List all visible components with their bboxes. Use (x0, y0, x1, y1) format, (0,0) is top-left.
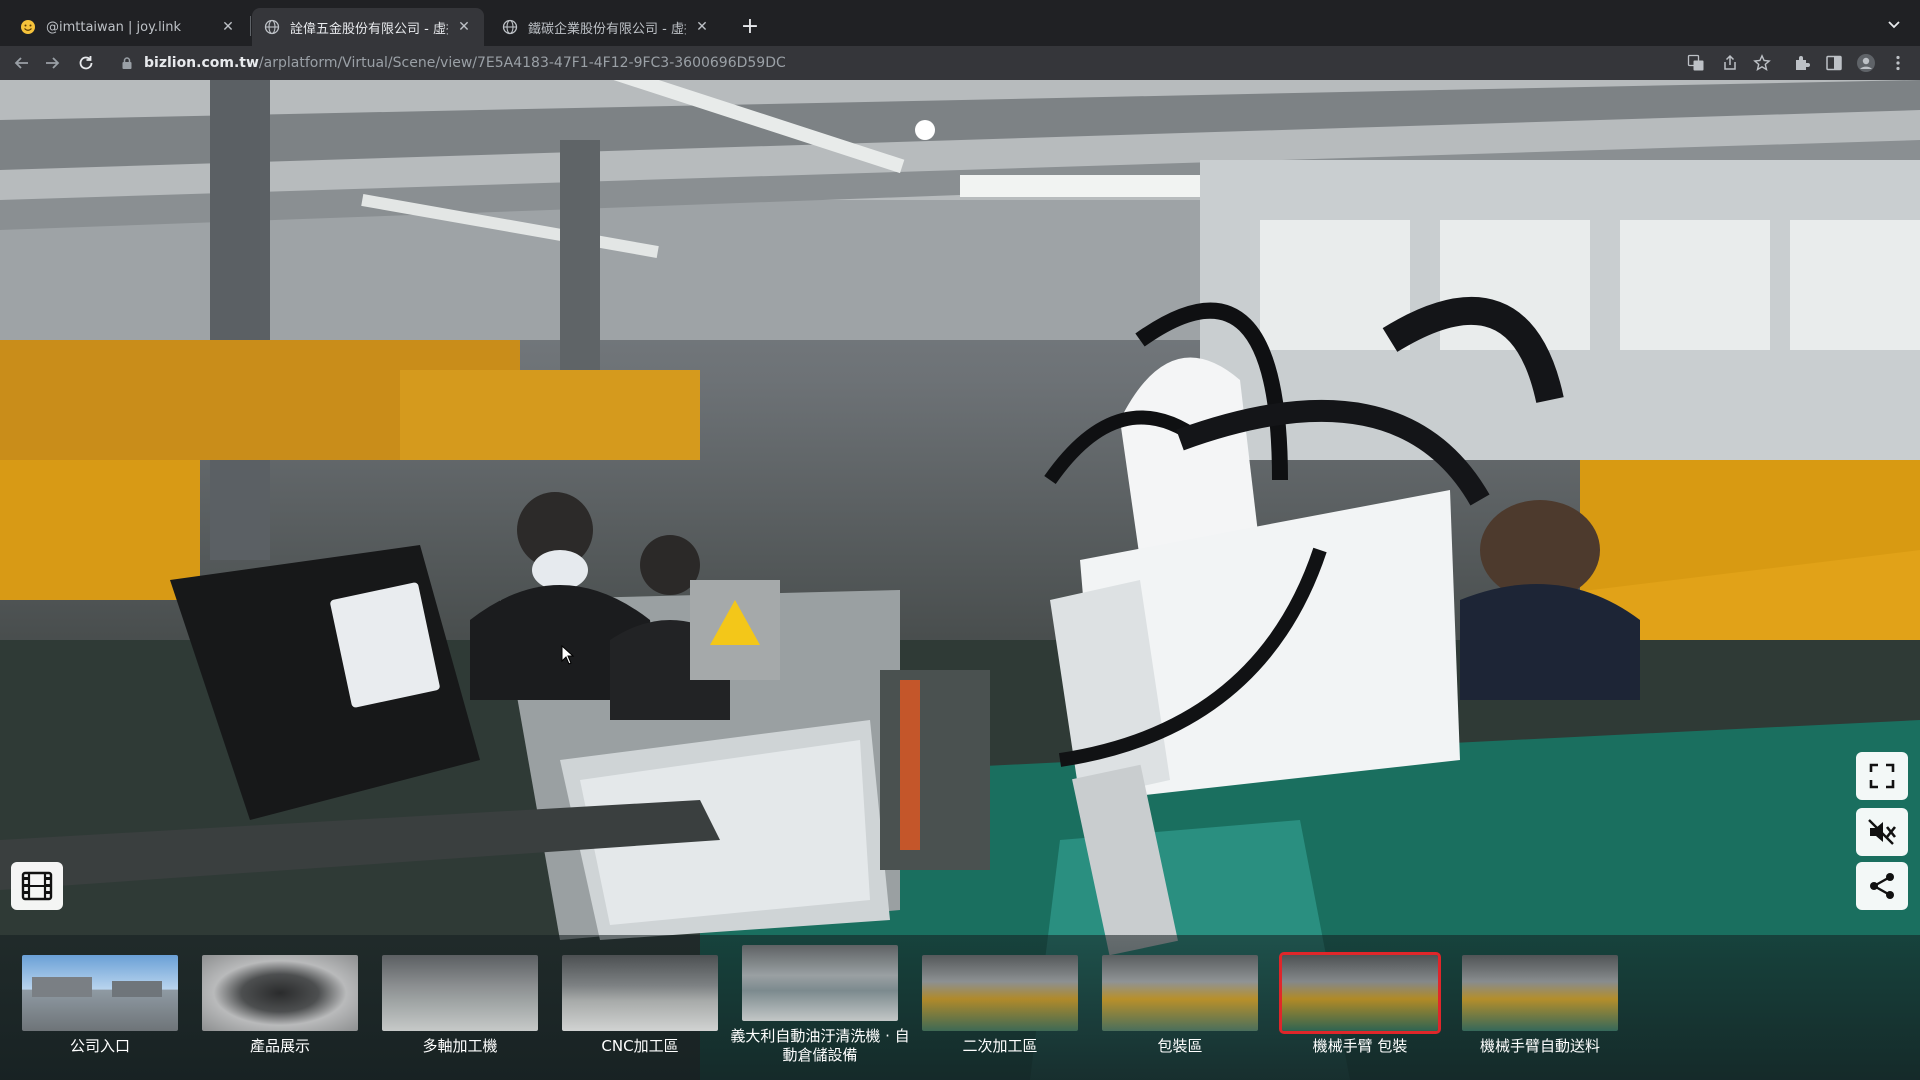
tab-strip: @imttaiwan | joy.link ✕ 詮偉五金股份有限公司 - 虛擬門… (0, 0, 1920, 46)
scene-thumb-cleaning[interactable]: 義大利自動油汙清洗機 · 自動倉儲設備 (730, 945, 910, 1065)
forward-button[interactable] (38, 49, 66, 77)
scene-thumb-label: 機械手臂自動送料 (1479, 1037, 1600, 1055)
panorama-viewer[interactable] (0, 80, 1920, 1080)
share-icon (1870, 873, 1894, 899)
scene-thumb-cnc[interactable]: CNC加工區 (562, 955, 718, 1056)
arrow-right-icon (46, 57, 60, 69)
scene-thumb-label: 義大利自動油汙清洗機 · 自動倉儲設備 (730, 1027, 910, 1064)
share-button[interactable] (1856, 862, 1908, 910)
url-host: bizlion.com.tw (144, 55, 259, 71)
kebab-menu-icon[interactable] (1888, 53, 1908, 73)
chevron-down-icon[interactable] (1884, 14, 1904, 34)
mute-button[interactable] (1856, 808, 1908, 856)
back-button[interactable] (8, 49, 36, 77)
tab-active-jianwei[interactable]: 詮偉五金股份有限公司 - 虛擬門 ✕ (252, 8, 484, 46)
lock-icon (122, 57, 132, 69)
tab-joylink[interactable]: @imttaiwan | joy.link ✕ (8, 8, 248, 46)
address-bar[interactable]: bizlion.com.tw/arplatform/Virtual/Scene/… (110, 48, 1630, 78)
scene-thumb-label: 機械手臂 包裝 (1312, 1037, 1408, 1055)
scene-thumbnail-image (742, 945, 898, 1021)
url-path: /arplatform/Virtual/Scene/view/7E5A4183-… (258, 55, 786, 71)
scene-thumb-robot-packing[interactable]: 機械手臂 包裝 (1279, 952, 1441, 1056)
smiley-emoji-icon (20, 19, 36, 35)
close-icon[interactable]: ✕ (456, 19, 472, 35)
scene-thumbnail-image (202, 955, 358, 1031)
reload-icon (79, 56, 93, 70)
scene-thumb-label: CNC加工區 (601, 1037, 679, 1055)
mute-icon (1868, 819, 1897, 845)
scene-thumb-robot-feeding[interactable]: 機械手臂自動送料 (1462, 955, 1618, 1056)
scene-thumb-packing[interactable]: 包裝區 (1102, 955, 1258, 1056)
fullscreen-icon (1869, 763, 1895, 789)
scene-thumb-multiaxis[interactable]: 多軸加工機 (382, 955, 538, 1056)
side-panel-icon[interactable] (1824, 53, 1844, 73)
scene-thumbnail-image (1462, 955, 1618, 1031)
close-icon[interactable]: ✕ (694, 19, 710, 35)
tab-separator (250, 16, 251, 36)
scene-thumbnail-image (22, 955, 178, 1031)
tab-title: 詮偉五金股份有限公司 - 虛擬門 (290, 21, 448, 37)
factory-panorama-image (0, 80, 1920, 1080)
share-page-icon[interactable] (1720, 53, 1740, 73)
profile-avatar-icon[interactable] (1856, 53, 1876, 73)
bookmark-star-icon[interactable] (1752, 53, 1772, 73)
globe-icon (264, 19, 280, 35)
scene-thumb-label: 產品展示 (249, 1037, 310, 1055)
scene-thumb-secondary[interactable]: 二次加工區 (922, 955, 1078, 1056)
tab-tietan[interactable]: 鐵碳企業股份有限公司 - 虛擬門 ✕ (490, 8, 722, 46)
globe-icon (502, 19, 518, 35)
reload-button[interactable] (72, 49, 100, 77)
browser-toolbar: bizlion.com.tw/arplatform/Virtual/Scene/… (0, 46, 1920, 80)
scene-thumb-label: 多軸加工機 (422, 1037, 498, 1055)
scene-thumbnail-image (562, 955, 718, 1031)
translate-icon[interactable] (1686, 53, 1706, 73)
extensions-icon[interactable] (1792, 53, 1812, 73)
arrow-left-icon (14, 57, 28, 69)
scene-thumbnail-image (1102, 955, 1258, 1031)
close-icon[interactable]: ✕ (220, 19, 236, 35)
scene-thumb-label: 二次加工區 (962, 1037, 1038, 1055)
film-icon (21, 871, 53, 901)
scene-thumb-label: 公司入口 (69, 1037, 130, 1055)
tab-title: @imttaiwan | joy.link (46, 19, 182, 35)
scene-thumb-products[interactable]: 產品展示 (202, 955, 358, 1056)
scene-thumbnail-image (922, 955, 1078, 1031)
scene-thumb-label: 包裝區 (1157, 1037, 1203, 1055)
scene-thumbnail-image (382, 955, 538, 1031)
scene-thumbnail-strip: 公司入口 產品展示 多軸加工機 CNC加工區 義大利自動油汙清洗機 · 自動倉儲… (0, 935, 1920, 1080)
scene-list-toggle-button[interactable] (11, 862, 63, 910)
scene-thumb-entrance[interactable]: 公司入口 (22, 955, 178, 1056)
new-tab-button[interactable]: + (736, 12, 764, 40)
tab-title: 鐵碳企業股份有限公司 - 虛擬門 (528, 21, 686, 37)
fullscreen-button[interactable] (1856, 752, 1908, 800)
scene-thumbnail-image (1279, 952, 1441, 1034)
mouse-cursor-icon (561, 645, 575, 665)
